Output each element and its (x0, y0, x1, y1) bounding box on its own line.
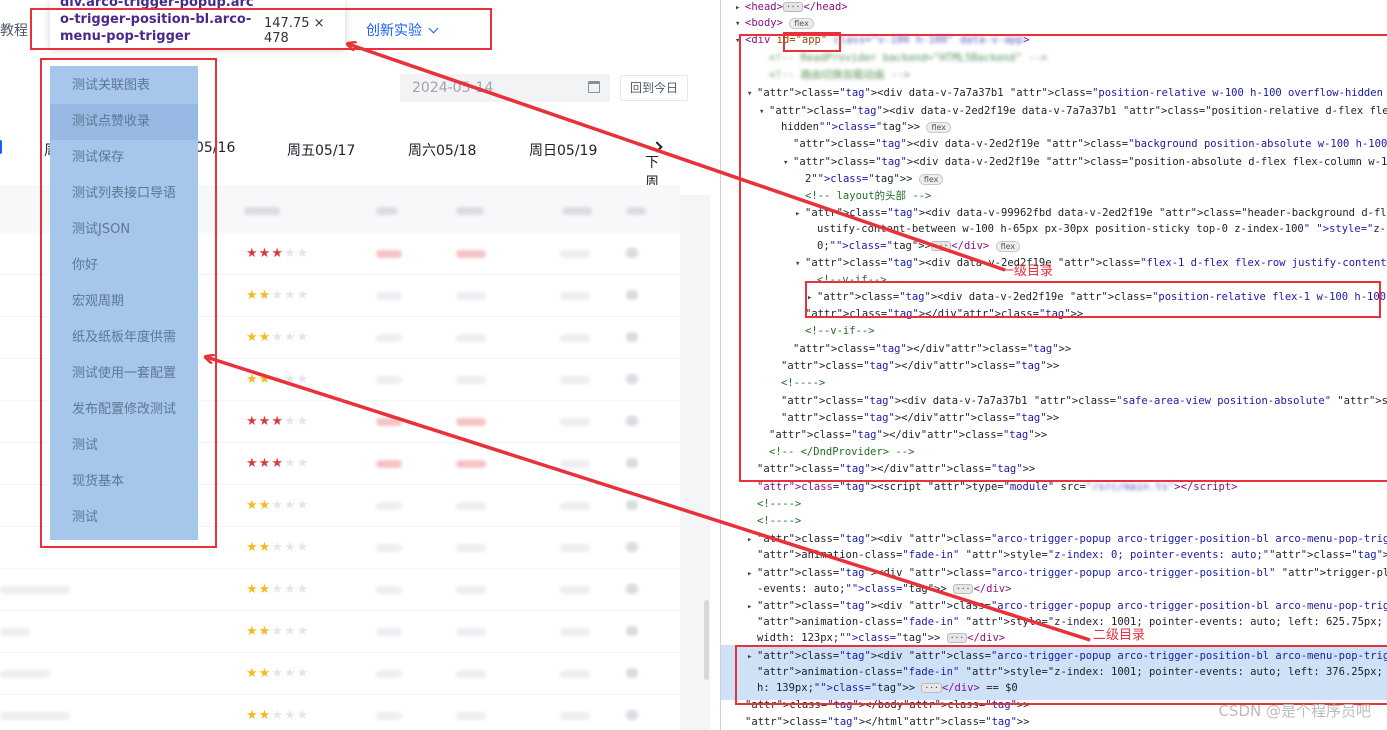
rating-stars: ★★★★★ (246, 414, 310, 429)
active-day-indicator (0, 140, 2, 154)
annotation-box-menu (40, 58, 217, 548)
dom-node-line[interactable]: -events: auto;"">class="tag">> ··· </div> (747, 582, 1011, 597)
dom-node-line[interactable]: <!----> (747, 497, 801, 512)
rating-stars: ★★★★★ (246, 708, 310, 723)
rating-stars: ★★★★★ (246, 246, 310, 261)
table-row[interactable]: ★★★★★ (0, 695, 680, 730)
annotation-box-app (739, 34, 1387, 482)
dom-node-line[interactable]: width: 123px;"">class="tag">> ··· </div> (747, 631, 1005, 646)
expand-triangle-icon[interactable]: ▾ (735, 17, 745, 32)
expand-triangle-icon[interactable]: ▸ (747, 567, 757, 582)
table-row[interactable]: ★★★★★ (0, 569, 680, 611)
dom-node-line[interactable]: "attr">class="tag"></html"attr">class="t… (735, 715, 1030, 730)
dom-node-line[interactable]: ▸ "attr">class="tag"><div "attr">class="a… (747, 566, 1387, 581)
rating-stars: ★★★★★ (246, 540, 310, 555)
app-pane: 教程 创新实验 div.arco-trigger-popup.arco-trig… (0, 0, 720, 730)
week-day-friday[interactable]: 周五05/17 (287, 140, 355, 160)
dom-node-line[interactable]: "attr">animation-class="fade-in" "attr">… (747, 548, 1387, 563)
date-value: 2024-05-14 (412, 80, 494, 96)
week-day-sunday[interactable]: 周日05/19 (529, 140, 597, 160)
back-to-today-button[interactable]: 回到今日 (620, 75, 688, 101)
expand-triangle-icon[interactable]: ▸ (747, 533, 757, 548)
table-row[interactable]: ★★★★★ (0, 653, 680, 695)
rating-stars: ★★★★★ (246, 666, 310, 681)
rating-stars: ★★★★★ (246, 456, 310, 471)
rating-stars: ★★★★★ (246, 624, 310, 639)
expand-triangle-icon[interactable]: ▸ (735, 1, 745, 16)
chevron-right-icon (651, 141, 663, 153)
annotation-box-app-id (783, 32, 841, 52)
devtools-elements-panel: ▸ <head> ··· </head> ▾ <body> flex ▾ <div id="a… (720, 0, 1387, 730)
rating-stars: ★★★★★ (246, 288, 310, 303)
calendar-icon[interactable] (588, 81, 600, 93)
annotation-box-level1 (805, 281, 1381, 318)
rating-stars: ★★★★★ (246, 372, 310, 387)
annotation-box-level2 (735, 645, 1387, 705)
dom-node-line[interactable]: <!----> (747, 514, 801, 529)
expand-triangle-icon[interactable]: ▸ (747, 600, 757, 615)
level1-annotation: 一级目录 (1001, 264, 1054, 279)
tutorial-label[interactable]: 教程 (0, 20, 28, 40)
dom-node-line[interactable]: ▸ <head> ··· </head> (735, 0, 848, 15)
table-row[interactable]: ★★★★★ (0, 611, 680, 653)
annotation-box-tooltip (30, 8, 492, 50)
csdn-watermark: CSDN @是个程序员吧 (1218, 702, 1371, 720)
dom-node-line[interactable]: "attr">animation-class="fade-in" "attr">… (747, 615, 1387, 630)
date-picker[interactable]: 2024-05-14 (400, 74, 610, 102)
dom-node-line[interactable]: ▾ <body> flex (735, 16, 814, 31)
dom-node-line[interactable]: "attr">class="tag"><script "attr">type="… (747, 480, 1238, 495)
rating-stars: ★★★★★ (246, 498, 310, 513)
week-day-saturday[interactable]: 周六05/18 (408, 140, 476, 160)
dom-node-line[interactable]: ▸ "attr">class="tag"><div "attr">class="a… (747, 532, 1387, 547)
level2-annotation: 二级目录 (1093, 628, 1146, 643)
rating-stars: ★★★★★ (246, 582, 310, 597)
rating-stars: ★★★★★ (246, 330, 310, 345)
next-week-button[interactable]: 下周 (645, 140, 663, 191)
scrollbar-thumb[interactable] (704, 600, 709, 680)
dom-node-line[interactable]: ▸ "attr">class="tag"><div "attr">class="a… (747, 599, 1387, 614)
